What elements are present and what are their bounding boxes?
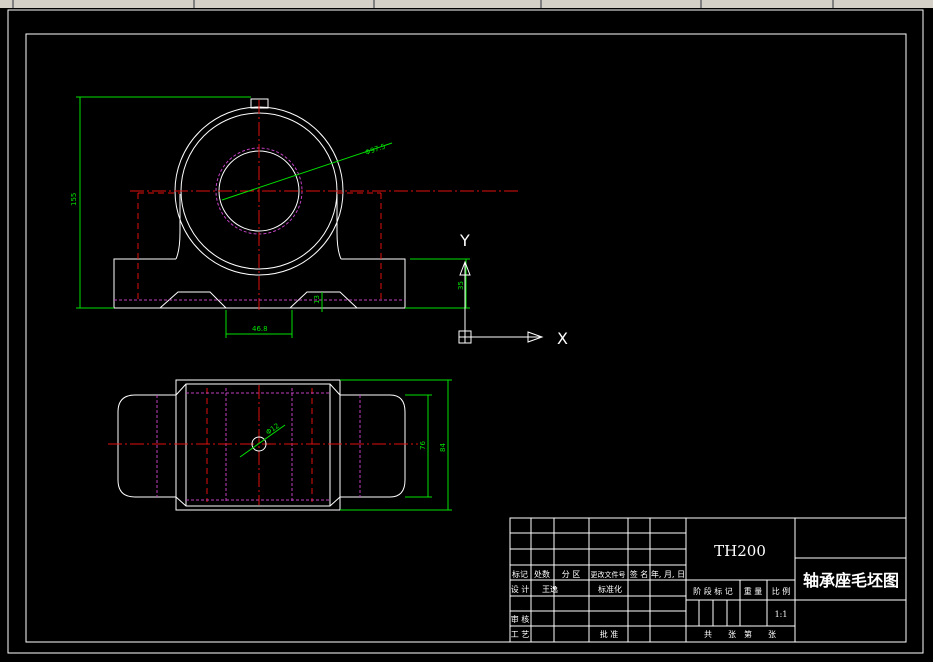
tb-scale-label: 比 例	[772, 586, 791, 596]
width-outer-dim-text: 84	[439, 443, 447, 452]
tb-label-count: 处数	[534, 569, 550, 579]
tb-sheets-label: 共 张 第 张	[704, 629, 776, 639]
tb-standardize-label: 标准化	[598, 584, 622, 594]
ucs-y-label: Y	[459, 231, 470, 250]
tb-process-label: 工 艺	[511, 630, 530, 639]
diameter-dim-text: Φ97.5	[364, 142, 387, 156]
tb-label-sign: 签 名	[630, 569, 649, 579]
tb-approve-label: 批 准	[600, 629, 619, 639]
width-inner-dim-text: 76	[419, 441, 427, 450]
foot-height-dim-text: 13	[313, 295, 321, 304]
slot-width-dim-text: 46.8	[252, 325, 268, 333]
part-code: TH200	[714, 542, 766, 560]
ucs-x-label: X	[557, 329, 568, 348]
top-view-dimensions: Φ12 76 84	[239, 379, 452, 511]
tb-designer-name: 王逸	[542, 584, 558, 594]
bolt-hole-dim-text: Φ12	[265, 422, 281, 437]
top-view	[108, 379, 418, 511]
tb-stage-label: 阶 段 标 记	[693, 586, 733, 596]
tb-designer-label: 设 计	[511, 584, 530, 594]
ucs-icon: Y X	[458, 231, 568, 348]
tb-review-label: 审 核	[511, 614, 530, 624]
tb-label-mark: 标记	[512, 569, 528, 579]
cad-drawing-canvas[interactable]: 155 Φ97.5 46.8 13 35 Y X Φ12 76 84 TH200…	[0, 0, 933, 662]
front-view	[113, 98, 520, 310]
tb-weight-label: 重 量	[744, 586, 763, 596]
inner-frame	[25, 33, 907, 643]
tb-label-change-doc: 更改文件号	[591, 570, 626, 579]
tb-label-zone: 分 区	[562, 570, 581, 579]
title-block: TH200 轴承座毛坯图 标记 处数 分 区 更改文件号 签 名 年, 月, 日…	[509, 517, 907, 643]
tb-label-date: 年, 月, 日	[651, 569, 685, 579]
part-name: 轴承座毛坯图	[803, 571, 899, 590]
base-offset-dim-text: 35	[457, 281, 465, 290]
height-total-dim-text: 155	[70, 193, 78, 206]
tb-scale-value: 1:1	[775, 610, 788, 619]
front-view-dimensions: 155 Φ97.5 46.8 13 35	[70, 96, 470, 338]
